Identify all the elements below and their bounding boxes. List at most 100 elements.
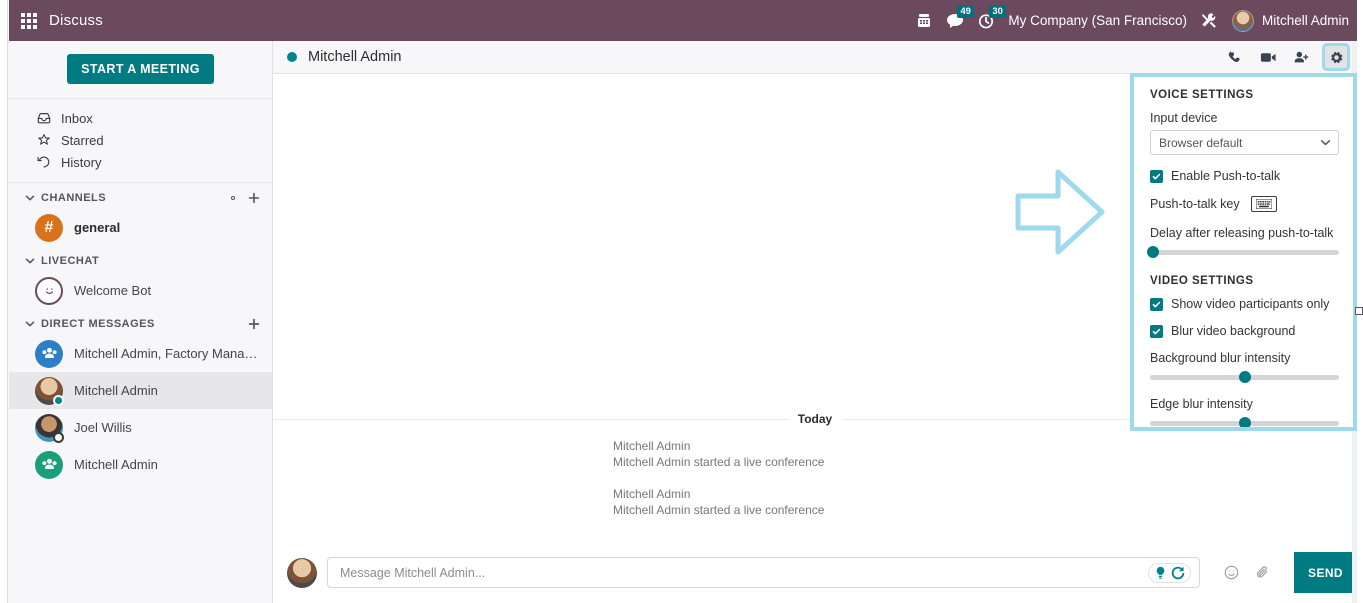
message-composer: SEND: [273, 546, 1357, 603]
blur-video-background-row[interactable]: Blur video background: [1150, 324, 1339, 338]
section-header-livechat[interactable]: LIVECHAT: [9, 246, 272, 272]
window-left-edge: [0, 0, 8, 603]
user-avatar: [35, 376, 64, 406]
sidebar-item-group-conversation[interactable]: Mitchell Admin, Factory Manager, inv...: [9, 335, 272, 372]
discuss-app-window: Discuss 49 30 My Company (San Francisco)…: [0, 0, 1363, 603]
call-settings-panel: VOICE SETTINGS Input device Browser defa…: [1130, 73, 1357, 431]
delay-slider-label: Delay after releasing push-to-talk: [1150, 226, 1334, 240]
background-blur-slider[interactable]: [1150, 371, 1339, 383]
enable-push-to-talk-row[interactable]: Enable Push-to-talk: [1150, 169, 1339, 183]
section-title: LIVECHAT: [41, 255, 100, 267]
video-settings-title: VIDEO SETTINGS: [1150, 275, 1254, 287]
sidebar-item-label: History: [61, 154, 102, 170]
delay-slider[interactable]: [1147, 246, 1339, 258]
status-away-dot: [53, 431, 64, 443]
channel-name: general: [74, 220, 121, 235]
keyboard-icon[interactable]: [1250, 196, 1277, 212]
slider-thumb[interactable]: [1147, 246, 1159, 258]
mailbox-list: Inbox Starred History: [9, 99, 272, 183]
apps-grid-icon[interactable]: [21, 12, 37, 29]
sidebar-item-history[interactable]: History: [9, 151, 272, 173]
tools-icon[interactable]: [1201, 12, 1218, 29]
sidebar-item-welcome-bot[interactable]: Welcome Bot: [9, 272, 272, 309]
page-title: Mitchell Admin: [308, 49, 402, 65]
message-author: Mitchell Admin: [613, 487, 691, 501]
message-text: Mitchell Admin started a live conference: [613, 503, 825, 517]
resize-marker[interactable]: [1355, 307, 1363, 315]
sidebar-item-general[interactable]: # general: [9, 209, 272, 246]
user-menu[interactable]: Mitchell Admin: [1231, 9, 1349, 32]
telephone-icon[interactable]: [916, 13, 932, 29]
sidebar-item-joel-willis[interactable]: Joel Willis: [9, 409, 272, 446]
add-person-icon[interactable]: [1291, 46, 1313, 68]
plus-icon[interactable]: [248, 192, 260, 204]
chevron-down-icon: [25, 319, 35, 329]
conversation-name: Mitchell Admin: [74, 457, 158, 472]
push-to-talk-key-row: Push-to-talk key: [1150, 196, 1339, 212]
activities-badge: 30: [989, 4, 1006, 18]
group-avatar: [35, 450, 63, 479]
user-name: Mitchell Admin: [1261, 13, 1349, 28]
gear-icon[interactable]: [227, 192, 239, 204]
chat-header: Mitchell Admin: [273, 41, 1357, 74]
activities-counter[interactable]: 30: [978, 4, 1006, 29]
enable-push-to-talk-checkbox[interactable]: [1150, 169, 1163, 183]
paperclip-icon[interactable]: [1255, 565, 1270, 580]
conversation-name: Welcome Bot: [74, 283, 152, 298]
show-video-participants-label: Show video participants only: [1171, 297, 1330, 311]
chevron-down-icon: [25, 256, 35, 266]
sidebar: START A MEETING Inbox Starred History CH…: [9, 41, 273, 603]
sidebar-item-starred[interactable]: Starred: [9, 129, 272, 151]
message-text: Mitchell Admin started a live conference: [613, 455, 825, 469]
conversation-name: Joel Willis: [74, 420, 132, 435]
sidebar-item-inbox[interactable]: Inbox: [9, 107, 272, 129]
input-device-select-wrap: Browser default: [1150, 130, 1339, 155]
start-meeting-area: START A MEETING: [9, 41, 272, 99]
conversation-name: Mitchell Admin: [74, 383, 158, 398]
section-header-channels[interactable]: CHANNELS: [9, 183, 272, 209]
window-right-edge: [1357, 0, 1363, 603]
slider-thumb[interactable]: [1238, 371, 1251, 383]
messages-badge: 49: [957, 4, 974, 18]
day-separator-label: Today: [787, 412, 843, 426]
sidebar-item-mitchell-admin-group[interactable]: Mitchell Admin: [9, 446, 272, 483]
inbox-icon: [37, 111, 51, 125]
top-navbar: Discuss 49 30 My Company (San Francisco)…: [9, 0, 1363, 41]
composer-suggestions[interactable]: [1148, 562, 1192, 583]
command-icon[interactable]: [1171, 566, 1185, 580]
input-device-select[interactable]: Browser default: [1150, 130, 1339, 155]
plus-icon[interactable]: [248, 318, 260, 330]
message-input[interactable]: [328, 558, 1200, 587]
sidebar-item-label: Starred: [61, 132, 104, 148]
section-header-direct-messages[interactable]: DIRECT MESSAGES: [9, 309, 272, 335]
slider-track: [1150, 250, 1339, 255]
background-blur-label: Background blur intensity: [1150, 351, 1291, 365]
start-meeting-button[interactable]: START A MEETING: [67, 54, 214, 84]
voice-settings-title: VOICE SETTINGS: [1150, 89, 1254, 101]
message-author: Mitchell Admin: [613, 439, 691, 453]
chevron-down-icon: [25, 193, 35, 203]
company-selector[interactable]: My Company (San Francisco): [1008, 13, 1187, 28]
sidebar-item-mitchell-admin[interactable]: Mitchell Admin: [9, 372, 272, 409]
status-online-dot: [53, 394, 64, 406]
blur-video-background-checkbox[interactable]: [1150, 324, 1163, 338]
emoji-icon[interactable]: [1224, 565, 1239, 580]
message-item: Mitchell Admin Mitchell Admin started a …: [273, 486, 1357, 518]
message-item: Mitchell Admin Mitchell Admin started a …: [273, 438, 1357, 470]
push-to-talk-key-label: Push-to-talk key: [1150, 197, 1240, 211]
video-camera-icon[interactable]: [1257, 46, 1279, 68]
composer-input-wrap: [327, 557, 1201, 588]
gear-icon[interactable]: [1322, 43, 1350, 71]
section-title: DIRECT MESSAGES: [41, 318, 155, 330]
phone-icon[interactable]: [1223, 46, 1245, 68]
show-video-participants-row[interactable]: Show video participants only: [1150, 297, 1339, 311]
edge-blur-slider[interactable]: [1150, 417, 1339, 427]
star-icon: [37, 133, 51, 147]
sidebar-item-label: Inbox: [61, 110, 93, 126]
slider-thumb[interactable]: [1238, 417, 1251, 427]
lightbulb-icon[interactable]: [1154, 566, 1167, 580]
send-button[interactable]: SEND: [1294, 552, 1357, 593]
chat-header-actions: [1223, 43, 1350, 71]
messages-counter[interactable]: 49: [946, 4, 974, 29]
show-video-participants-checkbox[interactable]: [1150, 297, 1163, 311]
